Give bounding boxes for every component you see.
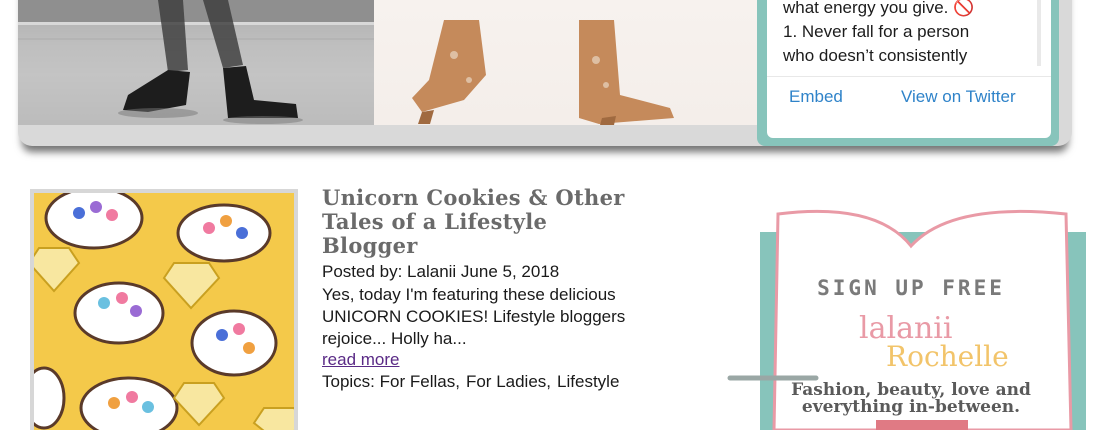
tweet-scrollbar[interactable]	[1037, 0, 1041, 66]
tweet-text: what energy you give. 🚫 1. Never fall fo…	[783, 0, 1041, 66]
unicorn-cookies-image	[34, 193, 294, 430]
post-byline: Posted by: Lalanii June 5, 2018	[322, 262, 560, 281]
excerpt-line: UNICORN COOKIES! Lifestyle bloggers	[322, 307, 626, 326]
tweet-line: what energy you give. 🚫	[783, 0, 975, 17]
read-more-link[interactable]: read more	[322, 350, 399, 370]
tweet-line: who doesn’t consistently	[783, 46, 968, 65]
tweet-card: what energy you give. 🚫 1. Never fall fo…	[767, 0, 1051, 138]
cowboy-boots-image	[412, 20, 674, 125]
post-excerpt: Yes, today I'm featuring these delicious…	[322, 284, 632, 350]
post-thumbnail[interactable]	[30, 189, 298, 430]
embed-link[interactable]: Embed	[789, 87, 843, 107]
excerpt-line: Yes, today I'm featuring these delicious	[322, 285, 616, 304]
topic-separator: ,	[546, 372, 552, 391]
topic-separator: ,	[455, 372, 460, 391]
post-topics: Topics: For Fellas, For Ladies, Lifestyle	[322, 372, 619, 392]
street-boots-image	[18, 0, 374, 125]
signup-title: SIGN UP FREE	[817, 276, 1005, 300]
topic-link-lifestyle[interactable]: Lifestyle	[557, 372, 619, 391]
topic-link-for-ladies[interactable]: For Ladies	[466, 372, 546, 391]
topic-link-for-fellas[interactable]: For Fellas	[380, 372, 456, 391]
post-title-line: Tales of a Lifestyle	[322, 209, 548, 234]
boots-photo-right[interactable]	[374, 0, 774, 125]
signup-tagline: Fashion, beauty, love and everything in-…	[726, 382, 1096, 416]
post-title-line: Unicorn Cookies & Other	[322, 185, 625, 210]
post-title[interactable]: Unicorn Cookies & Other Tales of a Lifes…	[322, 186, 642, 258]
topics-label: Topics:	[322, 372, 375, 391]
excerpt-line: rejoice... Holly ha...	[322, 329, 467, 348]
tweet-line: 1. Never fall for a person	[783, 22, 970, 41]
newsletter-signup-ad[interactable]: SIGN UP FREE lalanii Rochelle Fashion, b…	[726, 208, 1096, 430]
twitter-embed: what energy you give. 🚫 1. Never fall fo…	[757, 0, 1059, 146]
tagline-line: everything in-between.	[801, 397, 1021, 417]
post-title-line: Blogger	[322, 233, 418, 258]
boots-photo-left[interactable]	[18, 0, 374, 125]
brand-logo-last: Rochelle	[886, 340, 1009, 373]
tweet-actions: Embed View on Twitter	[767, 76, 1051, 117]
view-on-twitter-link[interactable]: View on Twitter	[901, 87, 1016, 107]
